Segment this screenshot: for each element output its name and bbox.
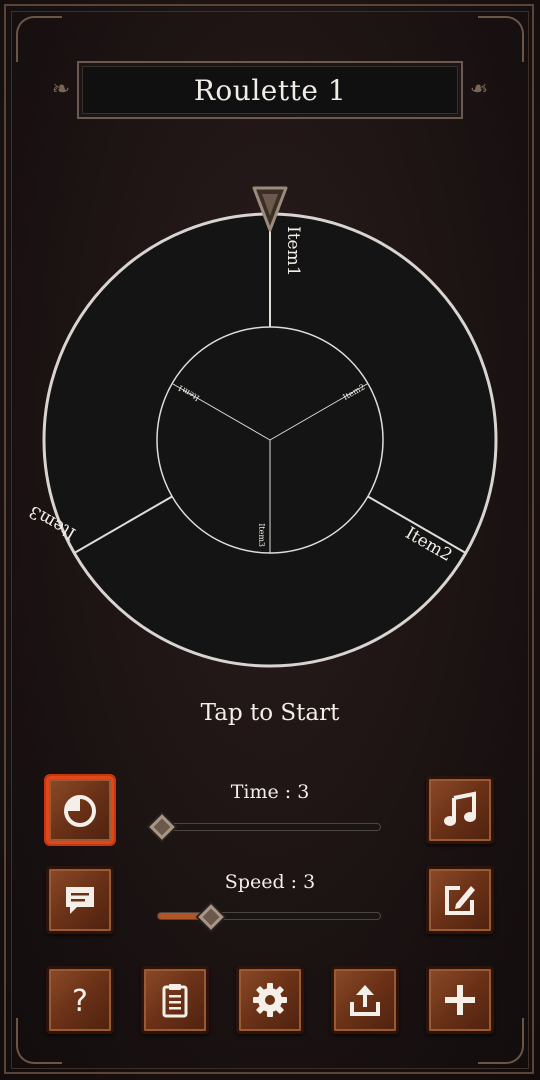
add-button[interactable] [426, 966, 494, 1034]
svg-text:?: ? [72, 984, 88, 1019]
inner-segment-label: Item3 [257, 523, 266, 547]
outer-segment-label: Item1 [283, 226, 303, 277]
tap-to-start-prompt[interactable]: Tap to Start [0, 700, 540, 726]
roulette-wheel[interactable]: Item1 Item2 Item3 Item1 Item2 Item3 [0, 0, 540, 700]
gear-icon [253, 983, 287, 1017]
time-label: Time : 3 [230, 781, 310, 803]
speed-slider-track[interactable] [157, 912, 381, 920]
edit-icon [445, 886, 475, 915]
help-icon: ? [72, 984, 88, 1019]
history-button[interactable] [46, 776, 114, 844]
comment-button[interactable] [46, 866, 114, 934]
settings-button[interactable] [236, 966, 304, 1034]
share-button[interactable] [331, 966, 399, 1034]
list-button[interactable] [141, 966, 209, 1034]
share-icon [350, 985, 380, 1016]
clipboard-icon [162, 984, 188, 1018]
help-button[interactable]: ? [46, 966, 114, 1034]
time-slider-track[interactable] [157, 823, 381, 831]
history-pie-icon [64, 795, 96, 827]
chat-bubble-icon [66, 887, 94, 914]
plus-icon [445, 985, 475, 1015]
music-note-icon [444, 791, 476, 826]
speed-label: Speed : 3 [224, 871, 316, 893]
music-button[interactable] [426, 776, 494, 844]
edit-button[interactable] [426, 866, 494, 934]
